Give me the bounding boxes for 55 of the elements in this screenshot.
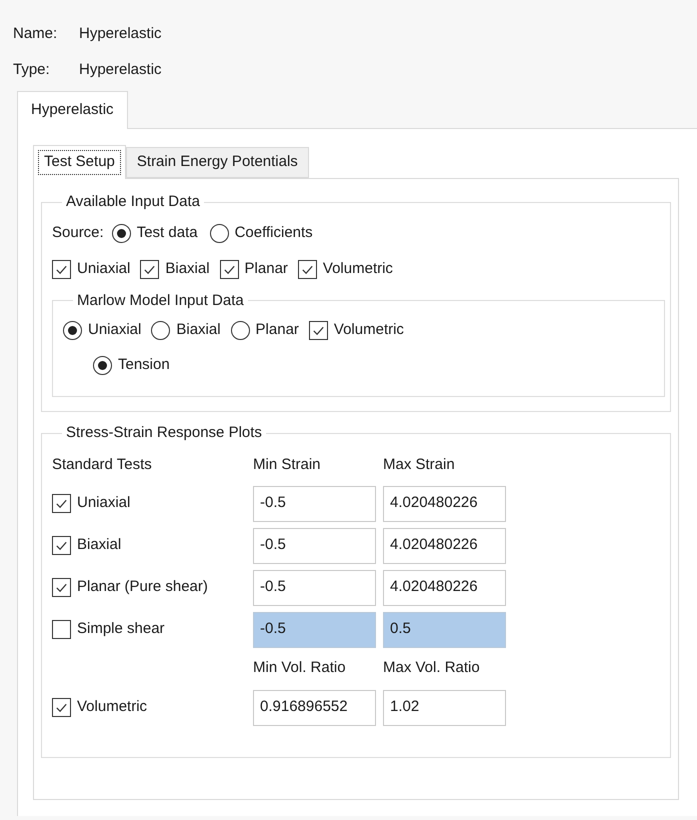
input-field[interactable]: 4.020480226: [383, 528, 506, 564]
option-label: Volumetric: [334, 320, 404, 340]
group-title: Available Input Data: [65, 192, 201, 212]
option-label: Uniaxial: [88, 320, 142, 340]
tab[interactable]: Strain Energy Potentials: [126, 147, 309, 178]
radio-button[interactable]: [151, 320, 170, 340]
input-field[interactable]: 4.020480226: [383, 486, 506, 522]
checkbox[interactable]: [52, 494, 71, 513]
column-header: Standard Tests: [52, 455, 153, 476]
input-field[interactable]: -0.5: [253, 528, 376, 564]
option-label: Simple shear: [77, 619, 165, 640]
radio-button[interactable]: [93, 356, 112, 374]
column-header: Max Strain: [383, 455, 456, 476]
input-field[interactable]: 0.916896552: [253, 690, 376, 726]
field-label: Type:: [13, 60, 51, 80]
checkbox[interactable]: [52, 260, 71, 279]
tab[interactable]: Test Setup: [33, 145, 126, 179]
option-label: Planar: [244, 259, 288, 280]
checkbox[interactable]: [52, 536, 71, 555]
group-title: Stress-Strain Response Plots: [65, 423, 263, 443]
option-label: Test data: [136, 223, 198, 244]
option-label: Biaxial: [165, 259, 210, 280]
input-field[interactable]: -0.5: [253, 570, 376, 606]
field-label: Name:: [13, 24, 58, 44]
option-label: Coefficients: [234, 223, 313, 244]
column-header: Min Vol. Ratio: [253, 658, 347, 678]
input-field[interactable]: -0.5: [253, 486, 376, 522]
option-label: Uniaxial: [77, 493, 130, 514]
checkbox[interactable]: [52, 698, 71, 717]
source-label: Source:: [52, 223, 104, 244]
option-label: Biaxial: [176, 320, 221, 340]
checkbox[interactable]: [308, 320, 328, 340]
field-value: Hyperelastic: [79, 60, 162, 80]
checkbox[interactable]: [140, 260, 160, 279]
checkbox[interactable]: [298, 260, 317, 279]
option-label: Planar (Pure shear): [77, 577, 208, 598]
radio-button[interactable]: [112, 224, 131, 243]
option-label: Volumetric: [322, 259, 393, 280]
group-title: Marlow Model Input Data: [76, 290, 245, 310]
radio-button[interactable]: [63, 320, 82, 340]
radio-button[interactable]: [210, 224, 229, 243]
option-label: Uniaxial: [77, 259, 130, 280]
checkbox[interactable]: [220, 260, 239, 279]
input-field[interactable]: 4.020480226: [383, 570, 506, 606]
checkbox[interactable]: [52, 578, 71, 597]
column-header: Min Strain: [253, 455, 322, 476]
field-value: Hyperelastic: [79, 24, 162, 44]
option-label: Volumetric: [77, 697, 148, 718]
input-field[interactable]: 1.02: [383, 690, 506, 726]
column-header: Max Vol. Ratio: [383, 658, 481, 678]
radio-button[interactable]: [230, 320, 250, 340]
tab[interactable]: Hyperelastic: [17, 91, 128, 129]
option-label: Biaxial: [77, 535, 122, 556]
option-label: Tension: [118, 354, 170, 375]
option-label: Planar: [256, 320, 299, 340]
